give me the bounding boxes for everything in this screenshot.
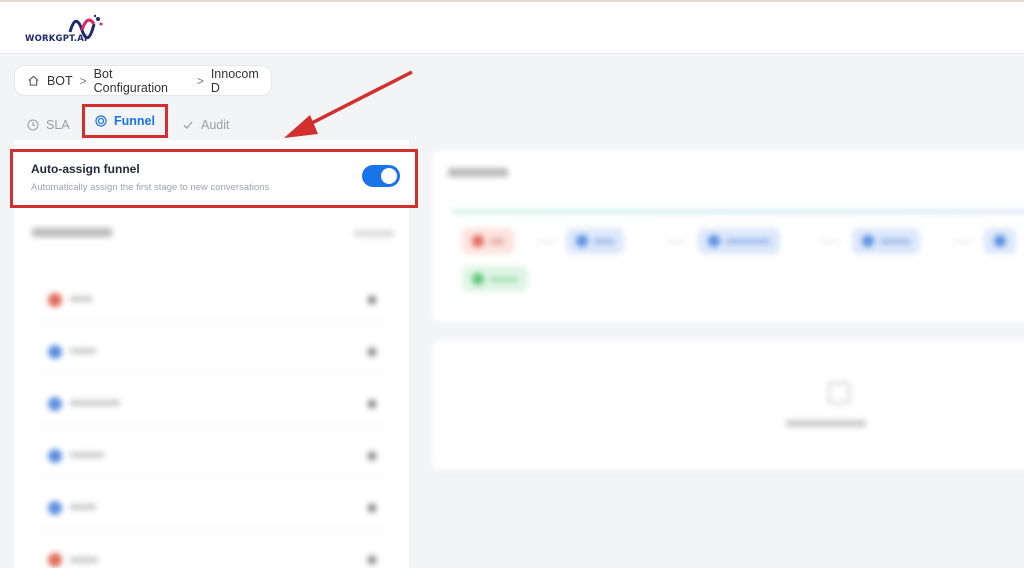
stage-name: [70, 346, 360, 357]
clock-icon: [27, 119, 39, 131]
stage-color-dot: [48, 396, 62, 411]
stage-name: [70, 502, 360, 513]
preview-stage-chip[interactable]: [984, 228, 1016, 254]
tab-audit[interactable]: Audit: [182, 111, 230, 139]
preview-connector: [952, 241, 972, 242]
preview-connector: [666, 241, 686, 242]
tab-sla-label: SLA: [46, 118, 70, 132]
preview-stage-chip[interactable]: [462, 228, 514, 254]
target-icon: [95, 115, 107, 127]
stage-row[interactable]: [34, 330, 390, 374]
preview-stage-chip[interactable]: [566, 228, 624, 254]
stage-row[interactable]: [34, 434, 390, 478]
preview-stage-chip[interactable]: [462, 266, 528, 292]
stage-color-dot: [48, 344, 62, 359]
preview-connector: [820, 241, 840, 242]
logo-text: WORKGPT.AI: [25, 34, 88, 44]
annotation-arrow-icon: [284, 70, 413, 138]
empty-state-text: [786, 420, 866, 427]
tab-audit-label: Audit: [201, 118, 230, 132]
empty-state-icon: [828, 382, 850, 404]
tab-sla[interactable]: SLA: [27, 111, 70, 139]
breadcrumb-item-current: Innocom D: [210, 66, 259, 95]
workgpt-logo[interactable]: WORKGPT.AI: [22, 14, 106, 44]
preview-progress-line: [452, 210, 1024, 213]
stage-name: [70, 450, 360, 461]
stage-action-icon[interactable]: [368, 399, 376, 408]
auto-assign-toggle[interactable]: [362, 165, 400, 187]
funnel-preview-card: [432, 150, 1024, 322]
breadcrumb-item-bot-configuration[interactable]: Bot Configuration: [94, 67, 190, 95]
stage-action-icon[interactable]: [368, 451, 376, 460]
stage-color-dot: [48, 553, 62, 567]
funnel-stages-panel: [14, 210, 410, 568]
home-icon[interactable]: [27, 74, 40, 87]
stage-row[interactable]: [34, 278, 390, 322]
stage-action-icon[interactable]: [368, 556, 376, 564]
breadcrumb-item-bot[interactable]: BOT: [47, 74, 73, 88]
auto-assign-description: Automatically assign the first stage to …: [31, 182, 270, 193]
stage-color-dot: [48, 292, 62, 307]
tab-funnel-label: Funnel: [114, 114, 155, 128]
preview-stage-chip[interactable]: [852, 228, 920, 254]
funnel-preview-title: [448, 168, 508, 177]
breadcrumb-separator: >: [79, 73, 87, 88]
stage-name: [70, 555, 360, 566]
top-bar: WORKGPT.AI: [0, 0, 1024, 54]
auto-assign-card: Auto-assign funnel Automatically assign …: [10, 149, 418, 208]
preview-stage-chip[interactable]: [698, 228, 780, 254]
stage-name: [70, 398, 360, 409]
breadcrumb: BOT > Bot Configuration > Innocom D: [14, 65, 272, 96]
toggle-knob: [381, 168, 397, 184]
stage-action-icon[interactable]: [368, 347, 376, 356]
auto-assign-title: Auto-assign funnel: [31, 162, 140, 176]
stage-row[interactable]: [34, 382, 390, 426]
check-icon: [183, 121, 193, 129]
stage-color-dot: [48, 500, 62, 515]
tab-funnel[interactable]: Funnel: [82, 104, 168, 138]
stage-action-icon[interactable]: [368, 295, 376, 304]
stages-count: [354, 230, 394, 237]
stage-row[interactable]: [34, 486, 390, 530]
stage-name: [70, 294, 360, 305]
funnel-stages-heading: [32, 228, 112, 237]
breadcrumb-separator: >: [196, 73, 204, 88]
stage-detail-card: [432, 340, 1024, 470]
preview-connector: [536, 241, 556, 242]
stage-action-icon[interactable]: [368, 503, 376, 512]
stage-color-dot: [48, 448, 62, 463]
stage-row[interactable]: [34, 538, 390, 568]
